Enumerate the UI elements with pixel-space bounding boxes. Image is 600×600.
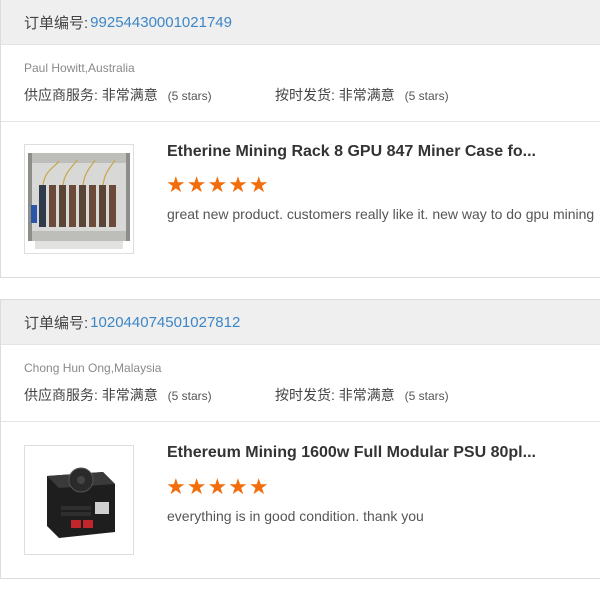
buyer-name-country: Chong Hun Ong,Malaysia: [24, 361, 162, 375]
review-card: 订单编号: 102044074501027812 Chong Hun Ong,M…: [0, 299, 600, 579]
shipping-stars: (5 stars): [404, 389, 449, 403]
supplier-service-value: 非常满意: [101, 87, 158, 103]
order-number-link[interactable]: 102044074501027812: [90, 314, 240, 331]
supplier-service-rating: 供应商服务: 非常满意 (5 stars): [24, 385, 212, 405]
order-header: 订单编号: 102044074501027812: [1, 300, 600, 345]
shipping-label: 按时发货:: [275, 87, 335, 103]
product-thumbnail[interactable]: [24, 144, 134, 254]
divider: [1, 121, 600, 122]
order-number-link[interactable]: 99254430001021749: [90, 14, 232, 31]
supplier-service-label: 供应商服务:: [24, 87, 98, 103]
buyer-name-country: Paul Howitt,Australia: [24, 61, 135, 75]
seller-ratings-row: 供应商服务: 非常满意 (5 stars) 按时发货: 非常满意 (5 star…: [1, 385, 600, 405]
seller-ratings-row: 供应商服务: 非常满意 (5 stars) 按时发货: 非常满意 (5 star…: [1, 85, 600, 105]
review-comment: great new product. customers really like…: [167, 206, 595, 222]
order-number-label: 订单编号:: [24, 314, 89, 332]
shipping-value: 非常满意: [338, 87, 395, 103]
rating-stars: ★★★★★: [166, 172, 270, 197]
order-header: 订单编号: 99254430001021749: [1, 0, 600, 45]
shipping-rating: 按时发货: 非常满意 (5 stars): [275, 385, 449, 405]
mining-rack-image: [25, 145, 133, 253]
product-title-link[interactable]: Ethereum Mining 1600w Full Modular PSU 8…: [167, 444, 536, 462]
shipping-stars: (5 stars): [404, 89, 449, 103]
product-title-link[interactable]: Etherine Mining Rack 8 GPU 847 Miner Cas…: [167, 143, 536, 161]
supplier-service-label: 供应商服务:: [24, 387, 98, 403]
product-thumbnail[interactable]: [24, 445, 134, 555]
shipping-label: 按时发货:: [275, 387, 335, 403]
supplier-service-rating: 供应商服务: 非常满意 (5 stars): [24, 85, 212, 105]
psu-image: [25, 446, 133, 554]
divider: [1, 421, 600, 422]
shipping-rating: 按时发货: 非常满意 (5 stars): [275, 85, 449, 105]
shipping-value: 非常满意: [338, 387, 395, 403]
review-comment: everything is in good condition. thank y…: [167, 508, 424, 524]
supplier-service-stars: (5 stars): [167, 89, 212, 103]
supplier-service-value: 非常满意: [101, 387, 158, 403]
rating-stars: ★★★★★: [166, 474, 270, 499]
order-number-label: 订单编号:: [24, 14, 89, 32]
supplier-service-stars: (5 stars): [167, 389, 212, 403]
review-card: 订单编号: 99254430001021749 Paul Howitt,Aust…: [0, 0, 600, 278]
